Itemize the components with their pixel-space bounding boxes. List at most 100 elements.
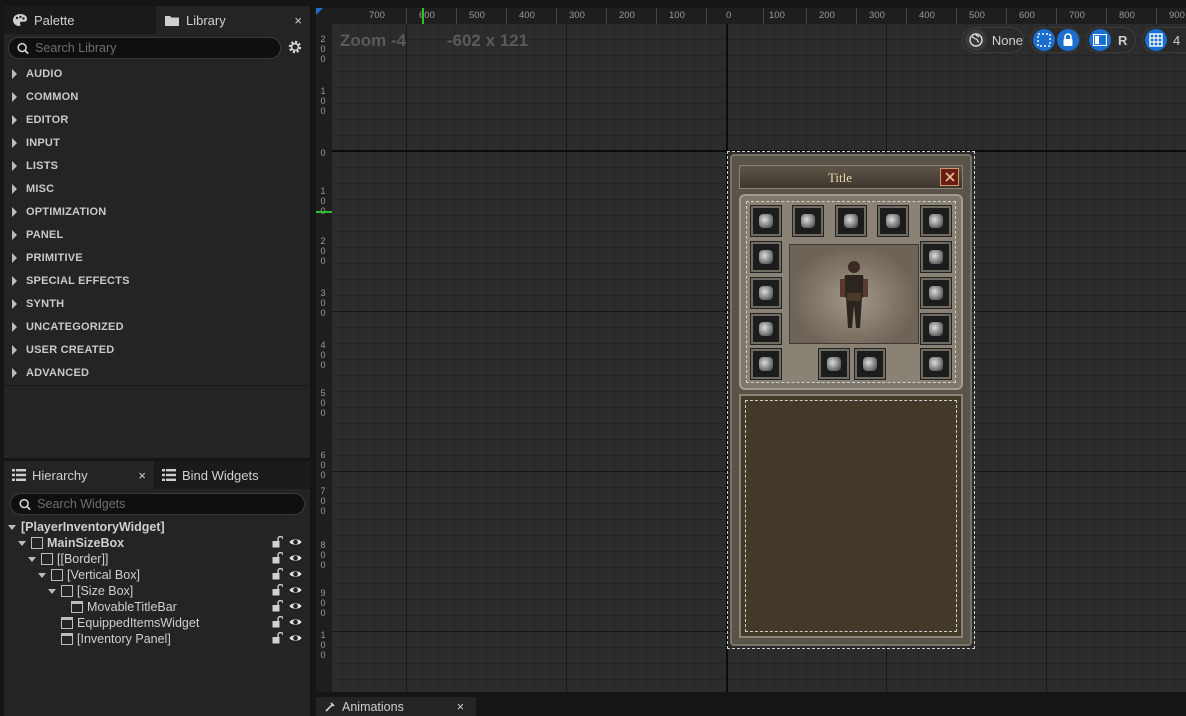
none-label: None: [991, 32, 1023, 48]
equipment-slot[interactable]: [819, 349, 849, 379]
equipment-slot[interactable]: [836, 206, 866, 236]
tab-animations-label: Animations: [342, 699, 404, 714]
respect-locks-icon[interactable]: [1089, 29, 1111, 51]
localize-toggle[interactable]: None: [962, 27, 1024, 53]
category-panel[interactable]: PANEL: [10, 225, 63, 245]
ruler-tick-label: 700: [320, 486, 326, 516]
ruler-corner-marker: [316, 8, 323, 15]
equipment-slot[interactable]: [751, 242, 781, 272]
unlock-icon[interactable]: [272, 568, 283, 580]
close-library-tab-icon[interactable]: ×: [294, 13, 302, 28]
ruler-tick-label: 100: [320, 86, 326, 116]
tree-row[interactable]: [PlayerInventoryWidget]: [4, 519, 308, 535]
equipment-slot[interactable]: [921, 278, 951, 308]
unlock-icon[interactable]: [272, 584, 283, 596]
category-editor[interactable]: EDITOR: [10, 110, 69, 130]
gear-icon[interactable]: [287, 39, 303, 55]
tree-row[interactable]: EquippedItemsWidget: [4, 615, 308, 631]
collapse-arrow-icon[interactable]: [28, 556, 36, 562]
ruler-tick-label: 600: [320, 450, 326, 480]
unlock-icon[interactable]: [272, 552, 283, 564]
visibility-eye-icon[interactable]: [289, 552, 302, 564]
category-input[interactable]: INPUT: [10, 133, 60, 153]
unlock-icon[interactable]: [272, 632, 283, 644]
inventory-widget-preview[interactable]: Title: [727, 151, 975, 649]
grid-snap[interactable]: 4: [1142, 27, 1186, 53]
visibility-eye-icon[interactable]: [289, 584, 302, 596]
equipment-slot[interactable]: [921, 242, 951, 272]
close-hierarchy-tab-icon[interactable]: ×: [138, 468, 146, 483]
expand-arrow-icon: [12, 368, 17, 378]
widgets-search[interactable]: [10, 493, 305, 515]
collapse-arrow-icon[interactable]: [48, 588, 56, 594]
row-actions: [272, 600, 302, 612]
category-common[interactable]: COMMON: [10, 87, 79, 107]
category-advanced[interactable]: ADVANCED: [10, 363, 89, 383]
unlock-icon[interactable]: [272, 536, 283, 548]
visibility-eye-icon[interactable]: [289, 600, 302, 612]
tree-row[interactable]: [Inventory Panel]: [4, 631, 308, 647]
category-misc[interactable]: MISC: [10, 179, 54, 199]
expand-arrow-icon: [12, 276, 17, 286]
equipment-slot[interactable]: [751, 349, 781, 379]
category-audio[interactable]: AUDIO: [10, 64, 62, 84]
equipment-slot[interactable]: [921, 314, 951, 344]
r-label[interactable]: R: [1118, 33, 1127, 48]
equipment-slot[interactable]: [793, 206, 823, 236]
tab-animations[interactable]: Animations ×: [316, 697, 476, 716]
tab-palette[interactable]: Palette: [4, 6, 156, 34]
widget-close-button[interactable]: [940, 168, 959, 186]
list-icon: [162, 469, 176, 481]
tree-row[interactable]: [Vertical Box]: [4, 567, 308, 583]
visibility-eye-icon[interactable]: [289, 616, 302, 628]
unlock-icon[interactable]: [272, 616, 283, 628]
unlock-icon[interactable]: [272, 600, 283, 612]
visibility-eye-icon[interactable]: [289, 632, 302, 644]
category-user-created[interactable]: USER CREATED: [10, 340, 114, 360]
tree-row[interactable]: MovableTitleBar: [4, 599, 308, 615]
visibility-eye-icon[interactable]: [289, 568, 302, 580]
equipment-slot[interactable]: [855, 349, 885, 379]
ruler-tick-label: 300: [569, 10, 585, 21]
tree-row[interactable]: MainSizeBox: [4, 535, 308, 551]
tree-row[interactable]: [[Border]]: [4, 551, 308, 567]
ruler-tick: [556, 8, 557, 24]
library-search-input[interactable]: [35, 41, 280, 55]
ruler-tick-label: 500: [320, 388, 326, 418]
equipment-slot[interactable]: [921, 206, 951, 236]
library-search[interactable]: [8, 37, 281, 59]
visibility-eye-icon[interactable]: [289, 536, 302, 548]
ruler-tick-label: 400: [919, 10, 935, 21]
equipment-slot[interactable]: [921, 349, 951, 379]
equipment-slot[interactable]: [878, 206, 908, 236]
widgets-search-input[interactable]: [37, 497, 304, 511]
category-label: UNCATEGORIZED: [26, 321, 124, 333]
grid-icon[interactable]: [1145, 29, 1167, 51]
title-bar[interactable]: Title: [739, 165, 963, 189]
collapse-arrow-icon[interactable]: [18, 540, 26, 546]
category-special-effects[interactable]: SPECIAL EFFECTS: [10, 271, 130, 291]
equipment-slot[interactable]: [751, 206, 781, 236]
ruler-tick: [806, 8, 807, 24]
widget-type-icon: [51, 569, 63, 581]
equipment-slot[interactable]: [751, 278, 781, 308]
close-animations-tab-icon[interactable]: ×: [457, 700, 464, 714]
tab-library[interactable]: Library ×: [156, 6, 310, 34]
tree-row[interactable]: [Size Box]: [4, 583, 308, 599]
equipped-items-panel: [739, 194, 963, 390]
lock-icon[interactable]: [1057, 29, 1079, 51]
tab-hierarchy[interactable]: Hierarchy ×: [4, 461, 154, 489]
ruler-tick-label: 900: [320, 588, 326, 618]
tab-bind-widgets[interactable]: Bind Widgets: [154, 461, 310, 489]
category-optimization[interactable]: OPTIMIZATION: [10, 202, 106, 222]
marquee-select-icon[interactable]: [1033, 29, 1055, 51]
inventory-panel[interactable]: [739, 394, 963, 638]
category-uncategorized[interactable]: UNCATEGORIZED: [10, 317, 124, 337]
collapse-arrow-icon[interactable]: [8, 524, 16, 530]
widget-type-icon: [31, 537, 43, 549]
category-primitive[interactable]: PRIMITIVE: [10, 248, 83, 268]
equipment-slot[interactable]: [751, 314, 781, 344]
category-lists[interactable]: LISTS: [10, 156, 58, 176]
category-synth[interactable]: SYNTH: [10, 294, 64, 314]
collapse-arrow-icon[interactable]: [38, 572, 46, 578]
